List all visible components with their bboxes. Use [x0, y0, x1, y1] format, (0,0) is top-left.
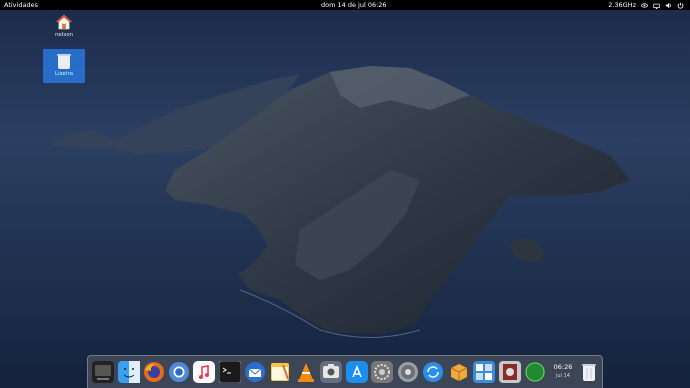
desktop-icon-home[interactable]: nelson: [43, 13, 85, 38]
chromium-icon[interactable]: [168, 361, 190, 383]
network-icon[interactable]: [653, 2, 660, 9]
box-icon[interactable]: [448, 361, 470, 383]
trash-icon: [57, 54, 71, 69]
dock-clock-date: jul 14: [556, 373, 570, 379]
cpu-frequency[interactable]: 2.36GHz: [608, 0, 636, 10]
system-tray: 2.36GHz: [608, 0, 684, 10]
home-folder-icon: [55, 14, 73, 30]
sync-icon[interactable]: [422, 361, 444, 383]
vlc-icon[interactable]: [295, 361, 317, 383]
top-bar: Atividades dom 14 de jul 06:26 2.36GHz: [0, 0, 690, 10]
trash-icon[interactable]: [578, 361, 600, 383]
finder-icon[interactable]: [118, 361, 140, 383]
desktop-icon-trash[interactable]: Lixeira: [43, 49, 85, 83]
dock: 06:26 jul 14: [87, 355, 603, 388]
topbar-clock[interactable]: dom 14 de jul 06:26: [321, 0, 387, 10]
show-apps-icon[interactable]: [92, 361, 114, 383]
system-preferences-icon[interactable]: [371, 361, 393, 383]
media-icon[interactable]: [499, 361, 521, 383]
app-store-icon[interactable]: [346, 361, 368, 383]
green-circle-icon[interactable]: [524, 361, 546, 383]
desktop-icon-label: Lixeira: [54, 71, 74, 77]
firefox-icon[interactable]: [143, 361, 165, 383]
volume-icon[interactable]: [665, 2, 672, 9]
utilities-icon[interactable]: [473, 361, 495, 383]
eye-icon[interactable]: [641, 2, 648, 9]
settings-icon[interactable]: [397, 361, 419, 383]
power-icon[interactable]: [677, 2, 684, 9]
dock-clock[interactable]: 06:26 jul 14: [549, 363, 577, 381]
desktop-wallpaper: [0, 0, 690, 388]
terminal-icon[interactable]: [219, 361, 241, 383]
thunderbird-icon[interactable]: [244, 361, 266, 383]
desktop-icon-label: nelson: [54, 32, 74, 38]
activities-button[interactable]: Atividades: [4, 0, 38, 10]
dock-clock-time: 06:26: [553, 363, 573, 371]
music-icon[interactable]: [193, 361, 215, 383]
screenshot-icon[interactable]: [320, 361, 342, 383]
notes-icon[interactable]: [269, 361, 291, 383]
